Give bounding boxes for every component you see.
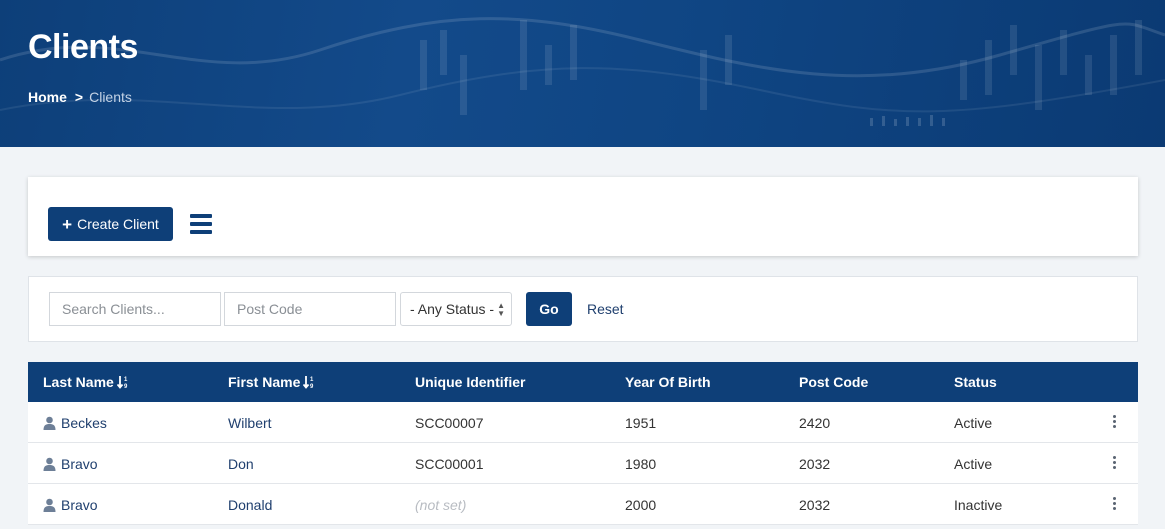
user-icon	[43, 498, 56, 512]
create-client-label: Create Client	[77, 216, 159, 232]
user-icon	[43, 457, 56, 471]
table-header: Last Name 19 First Name 19 Unique Identi…	[28, 362, 1138, 402]
table-row: Bravo Don SCC00001 1980 2032 Active	[28, 443, 1138, 484]
cell-year-of-birth: 1951	[625, 415, 657, 431]
cell-post-code: 2032	[799, 456, 831, 472]
client-last-name-link[interactable]: Beckes	[43, 415, 107, 431]
breadcrumb-home[interactable]: Home	[28, 89, 67, 105]
svg-text:9: 9	[124, 384, 128, 389]
clients-table: Last Name 19 First Name 19 Unique Identi…	[28, 362, 1138, 525]
column-header-last-name[interactable]: Last Name 19	[43, 374, 131, 390]
page-header-banner: Clients Home > Clients	[0, 0, 1165, 147]
table-row: Bravo Donald (not set) 2000 2032 Inactiv…	[28, 484, 1138, 525]
search-clients-input[interactable]	[49, 292, 221, 326]
column-header-unique-identifier: Unique Identifier	[415, 374, 526, 390]
cell-unique-identifier: (not set)	[415, 497, 467, 513]
column-header-year-of-birth: Year Of Birth	[625, 374, 711, 390]
plus-icon: +	[62, 214, 73, 234]
cell-status: Inactive	[954, 497, 1003, 513]
cell-status: Active	[954, 456, 993, 472]
breadcrumb-current: Clients	[89, 89, 132, 105]
table-row: Beckes Wilbert SCC00007 1951 2420 Active	[28, 402, 1138, 443]
svg-text:1: 1	[124, 377, 128, 383]
page-title: Clients	[28, 28, 138, 66]
client-last-name-link[interactable]: Bravo	[43, 456, 98, 472]
sort-icon: 19	[303, 376, 314, 389]
cell-post-code: 2420	[799, 415, 831, 431]
client-first-name-link[interactable]: Don	[228, 456, 254, 472]
sort-icon: 19	[116, 376, 128, 389]
svg-text:9: 9	[310, 384, 314, 389]
client-first-name-link[interactable]: Wilbert	[228, 415, 272, 431]
cell-unique-identifier: SCC00001	[415, 456, 484, 472]
reset-link[interactable]: Reset	[587, 301, 624, 317]
status-select[interactable]: - Any Status - ▲ ▼	[400, 292, 512, 326]
cell-unique-identifier: SCC00007	[415, 415, 484, 431]
filter-panel: - Any Status - ▲▼ Go Reset	[28, 276, 1138, 342]
row-actions-kebab-icon[interactable]	[1110, 456, 1118, 470]
cell-post-code: 2032	[799, 497, 831, 513]
column-header-post-code: Post Code	[799, 374, 869, 390]
svg-text:1: 1	[310, 377, 314, 383]
cell-year-of-birth: 2000	[625, 497, 657, 513]
row-actions-kebab-icon[interactable]	[1110, 497, 1118, 511]
hamburger-menu-icon[interactable]	[190, 214, 212, 234]
breadcrumb-separator: >	[74, 89, 84, 105]
post-code-input[interactable]	[224, 292, 396, 326]
breadcrumb: Home > Clients	[28, 89, 132, 105]
row-actions-kebab-icon[interactable]	[1110, 415, 1118, 429]
actions-panel: + Create Client	[28, 177, 1138, 256]
client-first-name-link[interactable]: Donald	[228, 497, 272, 513]
client-last-name-link[interactable]: Bravo	[43, 497, 98, 513]
select-arrows-icon: ▲ ▼	[497, 301, 505, 318]
column-header-status: Status	[954, 374, 997, 390]
cell-year-of-birth: 1980	[625, 456, 657, 472]
status-select-value: - Any Status -	[410, 301, 495, 317]
create-client-button[interactable]: + Create Client	[48, 207, 173, 241]
go-button[interactable]: Go	[526, 292, 572, 326]
user-icon	[43, 416, 56, 430]
stock-chart-background	[0, 17, 1165, 126]
cell-status: Active	[954, 415, 993, 431]
column-header-first-name[interactable]: First Name 19	[228, 374, 317, 390]
